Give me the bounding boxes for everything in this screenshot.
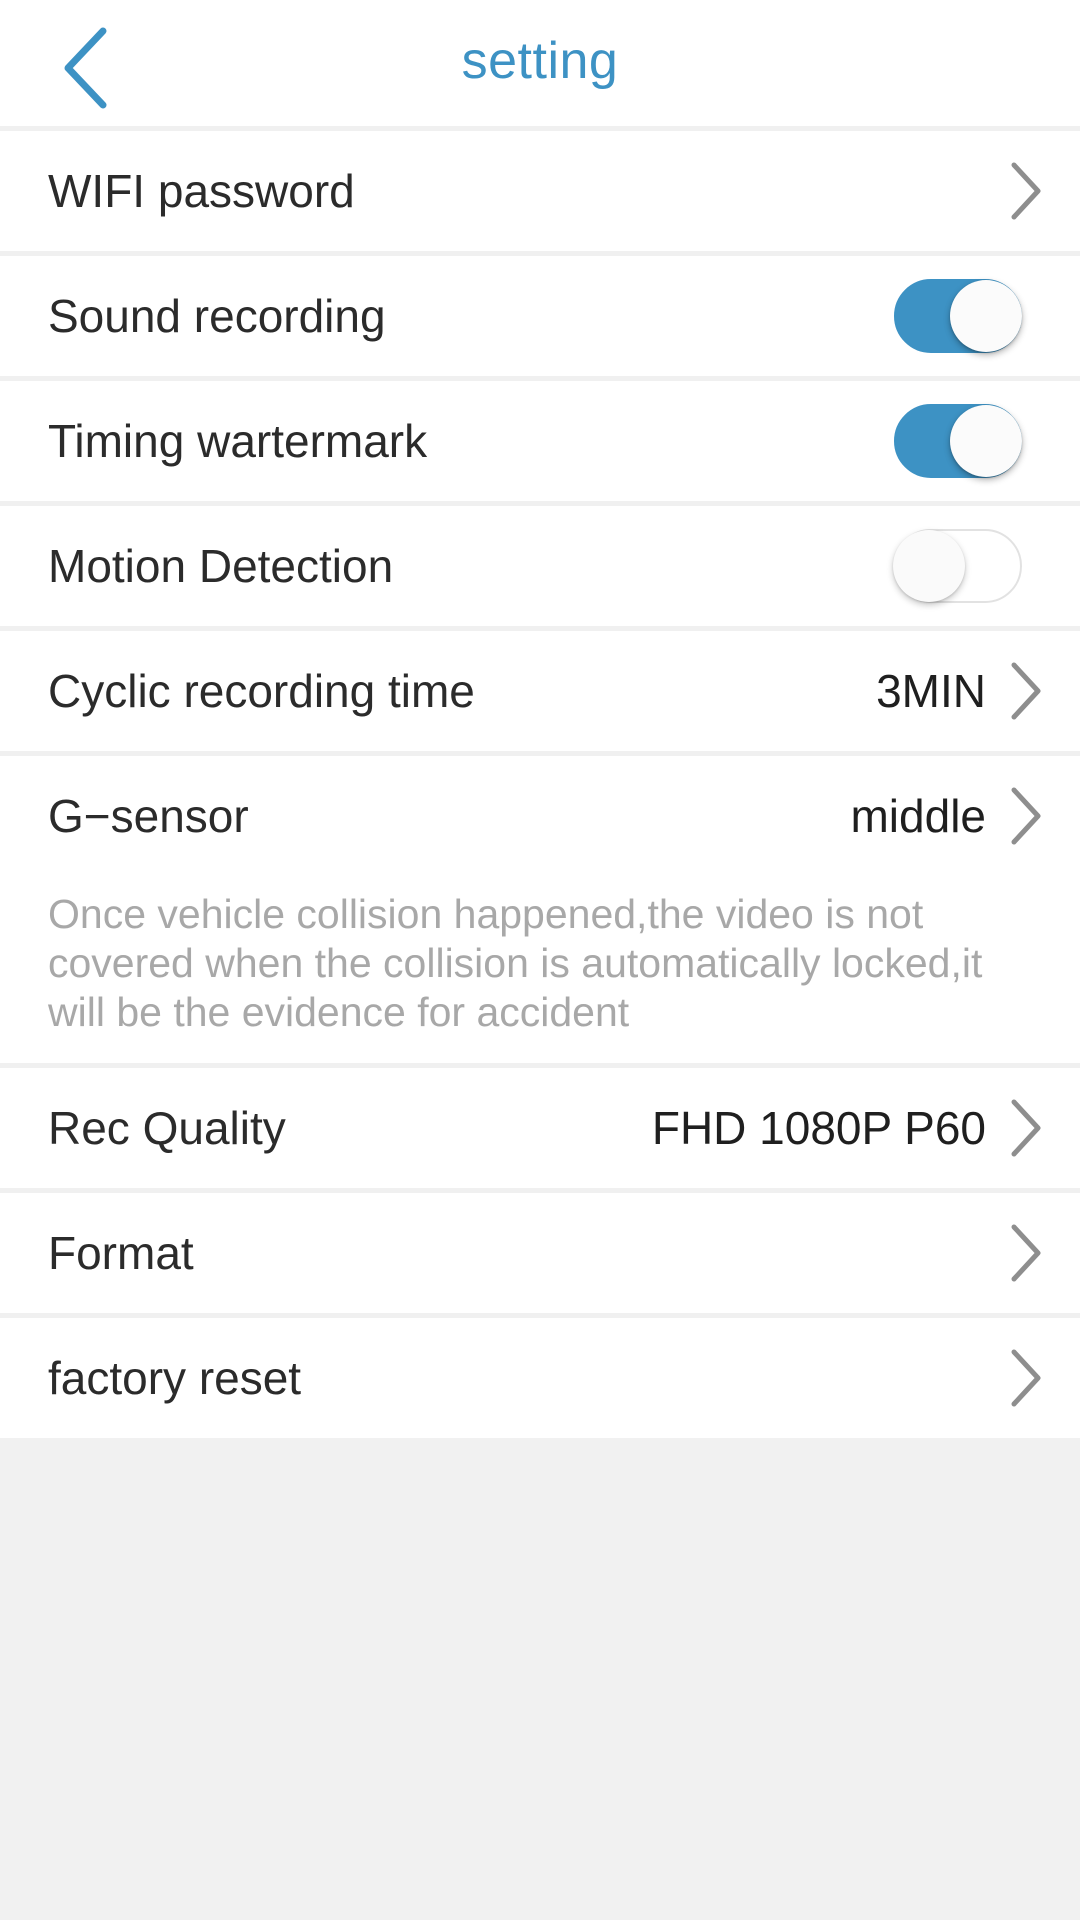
row-accessory xyxy=(894,404,1080,478)
row-accessory xyxy=(1008,1347,1080,1409)
row-label: Rec Quality xyxy=(48,1102,286,1154)
chevron-right-icon xyxy=(1011,1099,1041,1157)
row-label: G−sensor xyxy=(48,790,249,842)
description-text: Once vehicle collision happened,the vide… xyxy=(48,891,983,1035)
back-button[interactable] xyxy=(34,18,134,118)
row-label: WIFI password xyxy=(48,165,355,217)
page-title: setting xyxy=(461,32,619,90)
row-timing-wartermark[interactable]: Timing wartermark xyxy=(0,381,1080,501)
app-header: setting xyxy=(0,0,1080,126)
row-accessory xyxy=(894,279,1080,353)
row-motion-detection[interactable]: Motion Detection xyxy=(0,506,1080,626)
toggle-knob xyxy=(950,405,1022,477)
row-g-sensor[interactable]: G−sensor middle xyxy=(0,756,1080,876)
row-label: Cyclic recording time xyxy=(48,665,475,717)
toggle-sound-recording[interactable] xyxy=(894,279,1022,353)
row-wifi-password[interactable]: WIFI password xyxy=(0,131,1080,251)
row-value: middle xyxy=(850,790,986,842)
row-accessory xyxy=(893,529,1080,603)
row-label: Sound recording xyxy=(48,290,386,342)
chevron-right-icon xyxy=(1011,662,1041,720)
chevron-right-icon xyxy=(1011,1349,1041,1407)
row-rec-quality[interactable]: Rec Quality FHD 1080P P60 xyxy=(0,1068,1080,1188)
toggle-knob xyxy=(893,530,965,602)
row-label: Format xyxy=(48,1227,194,1279)
toggle-knob xyxy=(950,280,1022,352)
row-sound-recording[interactable]: Sound recording xyxy=(0,256,1080,376)
g-sensor-description: Once vehicle collision happened,the vide… xyxy=(0,876,1080,1063)
row-accessory xyxy=(1008,1222,1080,1284)
chevron-right-icon xyxy=(1011,1224,1041,1282)
toggle-timing-wartermark[interactable] xyxy=(894,404,1022,478)
row-cyclic-recording-time[interactable]: Cyclic recording time 3MIN xyxy=(0,631,1080,751)
row-value: FHD 1080P P60 xyxy=(651,1102,986,1154)
row-label: Motion Detection xyxy=(48,540,394,592)
toggle-motion-detection[interactable] xyxy=(893,529,1022,603)
chevron-left-icon xyxy=(58,25,110,111)
settings-screen: setting WIFI password Sound recording Ti… xyxy=(0,0,1080,1920)
row-value: 3MIN xyxy=(876,665,986,717)
chevron-right-icon xyxy=(1011,162,1041,220)
row-accessory xyxy=(1008,160,1080,222)
row-label: Timing wartermark xyxy=(48,415,428,467)
row-format[interactable]: Format xyxy=(0,1193,1080,1313)
row-accessory: middle xyxy=(850,785,1080,847)
chevron-right-icon xyxy=(1011,787,1041,845)
row-label: factory reset xyxy=(48,1352,302,1404)
settings-list: WIFI password Sound recording Timing war… xyxy=(0,131,1080,1438)
row-accessory: 3MIN xyxy=(876,660,1080,722)
row-factory-reset[interactable]: factory reset xyxy=(0,1318,1080,1438)
row-accessory: FHD 1080P P60 xyxy=(652,1097,1080,1159)
